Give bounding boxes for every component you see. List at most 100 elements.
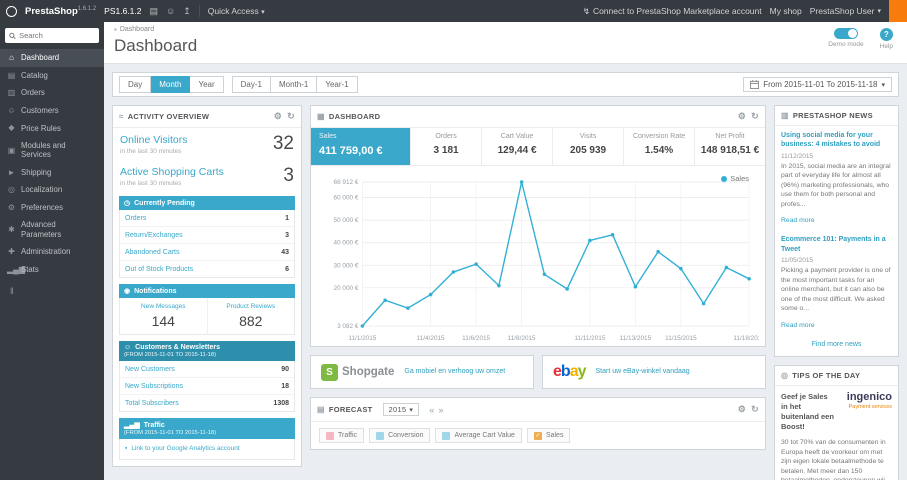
- refresh-icon[interactable]: ↻: [287, 111, 295, 122]
- active-carts-row[interactable]: Active Shopping Carts in the last 30 min…: [113, 160, 301, 192]
- help-icon[interactable]: ?: [879, 28, 893, 41]
- customers-row-new-customers[interactable]: New Customers 90: [120, 361, 294, 378]
- help-label: Help: [879, 43, 893, 50]
- currently-pending-section: ◷ Currently Pending Orders 1 Return/Exchan…: [119, 196, 295, 278]
- shop-name[interactable]: PS1.6.1.2: [104, 6, 141, 16]
- avatar[interactable]: [889, 0, 907, 22]
- google-analytics-link[interactable]: ▪ Link to your Google Analytics account: [119, 439, 295, 461]
- gear-icon[interactable]: ⚙: [738, 111, 746, 122]
- upgrade-icon[interactable]: ↥: [183, 6, 191, 17]
- refresh-icon[interactable]: ↻: [751, 111, 759, 122]
- month-minus-1-button[interactable]: Month-1: [270, 76, 318, 93]
- demo-mode-toggle[interactable]: [833, 28, 858, 39]
- find-more-news-link[interactable]: Find more news: [775, 335, 898, 356]
- read-more-link[interactable]: Read more: [781, 217, 815, 224]
- sidebar-item-orders[interactable]: ▥ Orders: [0, 84, 104, 102]
- gear-icon[interactable]: ⚙: [274, 111, 282, 122]
- quick-access-menu[interactable]: Quick Access ▾: [208, 6, 265, 16]
- ebay-logo: ebay: [553, 363, 586, 380]
- customers-row-new-subscriptions[interactable]: New Subscriptions 18: [120, 378, 294, 395]
- content: Day Month Year Day-1 Month-1 Year-1 From…: [104, 64, 907, 480]
- ebay-link[interactable]: Start uw eBay-winkel vandaag: [596, 367, 690, 376]
- catalog-icon: ▤: [7, 70, 16, 80]
- prestashop-logo[interactable]: PrestaShop1.6.1.2: [25, 6, 96, 17]
- kpi-sales[interactable]: Sales 411 759,00 €: [311, 128, 412, 165]
- kpi-orders[interactable]: Orders 3 181: [411, 128, 483, 165]
- day-minus-1-button[interactable]: Day-1: [231, 76, 271, 93]
- kpi-net-profit[interactable]: Net Profit 148 918,51 €: [695, 128, 765, 165]
- tips-icon: ◎: [781, 370, 789, 380]
- breadcrumb[interactable]: ▪ Dashboard: [114, 25, 897, 34]
- forecast-year-select[interactable]: 2015 ▾: [382, 403, 420, 416]
- svg-text:11/4/2015: 11/4/2015: [417, 335, 445, 342]
- pending-row-orders[interactable]: Orders 1: [120, 210, 294, 227]
- collapse-sidebar-button[interactable]: ‖: [0, 278, 104, 304]
- day-button[interactable]: Day: [119, 76, 152, 93]
- kpi-visits[interactable]: Visits 205 939: [553, 128, 625, 165]
- marketplace-link[interactable]: ↯ Connect to PrestaShop Marketplace accou…: [583, 6, 762, 17]
- online-visitors-row[interactable]: Online Visitors in the last 30 minutes 3…: [113, 128, 301, 160]
- new-messages-cell[interactable]: New Messages 144: [120, 298, 207, 334]
- sidebar-item-administration[interactable]: ✚ Administration: [0, 243, 104, 261]
- cart-icon[interactable]: ▤: [150, 6, 159, 17]
- search-input[interactable]: [19, 31, 95, 40]
- sidebar-item-advanced-parameters[interactable]: ✱ Advanced Parameters: [0, 216, 104, 243]
- sidebar-item-preferences[interactable]: ⚙ Preferences: [0, 199, 104, 217]
- kpi-conversion-rate[interactable]: Conversion Rate 1.54%: [624, 128, 696, 165]
- sidebar-item-modules[interactable]: ▣ Modules and Services: [0, 137, 104, 164]
- month-button[interactable]: Month: [151, 76, 191, 93]
- news-title-link[interactable]: Using social media for your business: 4 …: [781, 131, 892, 150]
- sidebar-item-customers[interactable]: ☺ Customers: [0, 102, 104, 120]
- svg-text:11/13/2015: 11/13/2015: [620, 335, 652, 342]
- forecast-legend-average-cart-value[interactable]: Average Cart Value: [435, 428, 522, 443]
- sidebar-item-price-rules[interactable]: ◆ Price Rules: [0, 119, 104, 137]
- year-button[interactable]: Year: [190, 76, 224, 93]
- customers-subtitle: (FROM 2015-11-01 TO 2015-11-18): [124, 352, 217, 358]
- forecast-legend-sales[interactable]: ✓ Sales: [526, 428, 571, 443]
- pending-row-returns[interactable]: Return/Exchanges 3: [120, 227, 294, 244]
- customers-row-total-subscribers[interactable]: Total Subscribers 1308: [120, 395, 294, 411]
- activity-icon: ≈: [119, 112, 124, 121]
- forecast-panel: ▤ FORECAST 2015 ▾ « » ⚙ ↻ Traffic Conversio…: [310, 397, 766, 450]
- sidebar-item-shipping[interactable]: ► Shipping: [0, 164, 104, 182]
- sidebar-item-label: Localization: [21, 185, 63, 195]
- sidebar-item-localization[interactable]: ◎ Localization: [0, 181, 104, 199]
- gear-icon[interactable]: ⚙: [738, 404, 746, 415]
- traffic-title: Traffic: [143, 421, 165, 429]
- news-body: In 2015, social media are an integral pa…: [781, 162, 891, 208]
- ingenico-logo: ingenico Payment services: [846, 390, 892, 410]
- sidebar-item-label: Orders: [21, 88, 45, 98]
- tips-panel-title: TIPS OF THE DAY: [792, 370, 861, 380]
- search-icon: [9, 32, 16, 39]
- read-more-link[interactable]: Read more: [781, 322, 815, 329]
- activity-overview-panel: ≈ ACTIVITY OVERVIEW ⚙ ↻ Online Visitors i…: [112, 105, 302, 468]
- topbar-divider: [198, 5, 200, 17]
- pending-row-abandoned-carts[interactable]: Abandoned Carts 43: [120, 244, 294, 261]
- refresh-icon[interactable]: ↻: [751, 404, 759, 415]
- shopgate-name: Shopgate: [342, 366, 395, 378]
- user-menu[interactable]: PrestaShop User ▾: [810, 6, 881, 16]
- active-carts-label: Active Shopping Carts: [120, 166, 224, 178]
- news-title-link[interactable]: Ecommerce 101: Payments in a Tweet: [781, 235, 892, 254]
- active-carts-value: 3: [283, 165, 294, 186]
- prestashop-news-panel: ▥ PRESTASHOP NEWS Using social media for…: [774, 105, 899, 357]
- sales-checkbox: ✓: [533, 431, 542, 440]
- forecast-legend-conversion[interactable]: Conversion: [369, 428, 431, 443]
- pending-row-out-of-stock[interactable]: Out of Stock Products 6: [120, 261, 294, 277]
- kpi-cart-value[interactable]: Cart Value 129,44 €: [482, 128, 554, 165]
- user-icon[interactable]: ☺: [166, 6, 175, 16]
- activity-panel-title: ACTIVITY OVERVIEW: [127, 112, 210, 121]
- year-minus-1-button[interactable]: Year-1: [317, 76, 358, 93]
- shopgate-link[interactable]: Ga mobiel en verhoog uw omzet: [404, 367, 505, 376]
- product-reviews-cell[interactable]: Product Reviews 882: [206, 298, 295, 334]
- my-shop-link[interactable]: My shop: [770, 6, 802, 16]
- date-range-picker[interactable]: From 2015-11-01 To 2015-11-18 ▾: [743, 77, 892, 92]
- main-area: ▪ Dashboard Dashboard Demo mode ? Help Da…: [104, 22, 907, 480]
- sidebar-item-dashboard[interactable]: ⌂ Dashboard: [0, 49, 104, 67]
- sidebar-item-catalog[interactable]: ▤ Catalog: [0, 67, 104, 85]
- forecast-legend-traffic[interactable]: Traffic: [319, 428, 365, 443]
- conversion-checkbox: [376, 431, 385, 440]
- next-icon[interactable]: »: [439, 405, 444, 415]
- sidebar-item-stats[interactable]: ▂▄▆ Stats: [0, 261, 104, 279]
- prev-icon[interactable]: «: [429, 405, 434, 415]
